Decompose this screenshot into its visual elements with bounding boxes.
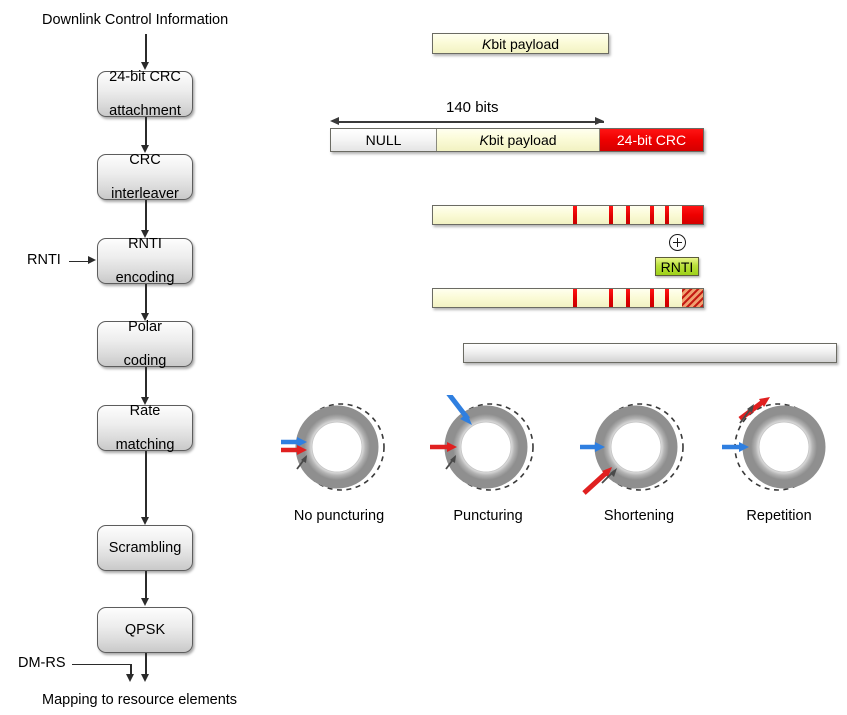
block-rnti-encoding-line1: RNTI [128,235,162,252]
dimension-line [338,121,604,123]
arrow-red-out [430,442,457,452]
rnti-input-label: RNTI [27,252,61,268]
block-crc-interleaver-line1: CRC [129,151,161,168]
arrow-blue-in [580,442,605,452]
block-crc-attachment[interactable]: 24-bit CRC attachment [97,68,193,119]
polar-encoded-bar [463,343,837,363]
interleaved-crc-tail [682,206,703,224]
flow-connector-in [145,34,147,64]
modulo-add-operator [669,234,686,251]
encoded-body [464,344,836,362]
dimension-arrowhead-right [595,117,604,125]
connector-2-3 [145,200,147,233]
ring-label-no-puncturing: No puncturing [293,508,385,524]
block-polar-coding-line1: Polar [128,318,162,335]
scrambled-crc-tail [682,289,703,307]
block-rnti-encoding[interactable]: RNTI encoding [97,235,193,286]
k-bit-payload-bar: K bit payload [432,33,609,54]
payload-segment: K bit payload [437,129,600,151]
rnti-input-arrowhead [88,256,96,264]
dimension-arrowhead-left [330,117,339,125]
arrow-blue-in [722,442,749,452]
ring-shortening [580,395,695,500]
crc-attached-bar: NULL K bit payload 24-bit CRC [330,128,704,152]
interleave-stripe [626,206,630,224]
block-qpsk[interactable]: QPSK [97,607,193,653]
interleave-stripe [665,206,669,224]
payload-segment-label: K bit payload [433,34,608,53]
block-qpsk-line1: QPSK [124,621,166,638]
interleave-stripe [573,289,577,307]
arrow-red-out [281,445,307,455]
scrambled-body [433,289,703,307]
connector-6-7 [145,571,147,601]
dimension-label-140bits: 140 bits [446,99,499,116]
direction-tick [445,455,456,470]
interleave-stripe [650,206,654,224]
block-scrambling[interactable]: Scrambling [97,525,193,571]
block-crc-interleaver[interactable]: CRC interleaver [97,151,193,202]
block-polar-coding[interactable]: Polar coding [97,318,193,369]
ring-label-puncturing: Puncturing [453,508,523,524]
block-scrambling-line1: Scrambling [108,539,182,556]
ring-repetition [722,395,837,500]
connector-3-4 [145,284,147,316]
rnti-operand-chip: RNTI [655,257,699,276]
block-rate-matching[interactable]: Rate matching [97,402,193,453]
rnti-input-line [69,260,89,263]
interleave-stripe [573,206,577,224]
interleave-stripe [665,289,669,307]
interleave-stripe [650,289,654,307]
interleave-stripe [609,206,613,224]
interleaved-bar [432,205,704,225]
arrowhead-5-6 [141,517,149,525]
arrowhead-out [141,674,149,682]
diagram-canvas: Downlink Control Information 24-bit CRC … [0,0,847,715]
ring-label-repetition: Repetition [746,508,812,524]
block-rate-matching-line1: Rate [129,402,161,419]
arrow-red-out [582,467,612,495]
direction-tick [739,404,754,424]
dmrs-input-line [72,663,131,666]
interleave-stripe [609,289,613,307]
dmrs-input-label: DM-RS [18,655,66,671]
ring-no-puncturing [281,395,396,500]
flow-output-label: Mapping to resource elements [42,692,238,708]
arrow-blue-in [446,395,472,425]
block-crc-attachment-line1: 24-bit CRC [109,68,181,85]
connector-4-5 [145,367,147,400]
arrowhead-6-7 [141,598,149,606]
arrow-blue-in [281,437,307,447]
direction-tick [296,455,307,470]
rnti-scrambled-bar [432,288,704,308]
ring-puncturing [430,395,545,500]
crc-segment: 24-bit CRC [600,129,703,151]
connector-1-2 [145,117,147,148]
connector-5-6 [145,451,147,520]
flow-input-label: Downlink Control Information [42,12,229,28]
interleave-stripe [626,289,630,307]
null-segment: NULL [331,129,437,151]
ring-label-shortening: Shortening [603,508,675,524]
dmrs-input-arrowhead [126,674,134,682]
interleaved-body [433,206,703,224]
